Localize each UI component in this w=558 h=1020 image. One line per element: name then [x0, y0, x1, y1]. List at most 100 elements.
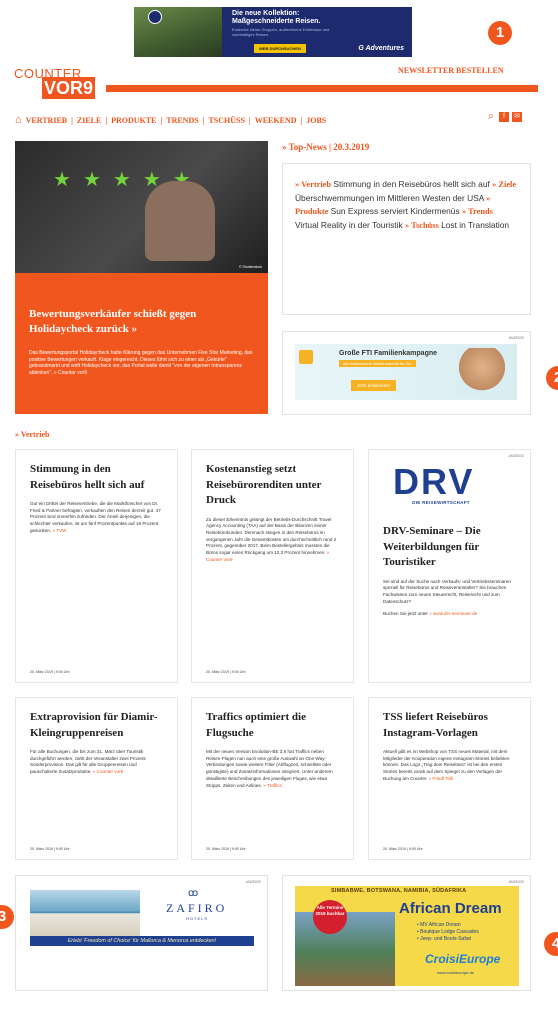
nav-ziele[interactable]: ZIELE: [77, 116, 101, 125]
topnews-text: Virtual Reality in der Touristik: [295, 219, 406, 230]
card-text: Für alle Buchungen, die bis zum 31. März…: [30, 749, 146, 775]
header-bar: [106, 85, 538, 92]
nav-trends[interactable]: TRENDS: [166, 116, 198, 125]
topnews-key-ziele[interactable]: » Ziele: [492, 180, 516, 189]
card-date: 20. März 2019 | 9:00 Uhr: [30, 670, 70, 674]
nav-sep: |: [248, 115, 251, 125]
nav-sep: |: [105, 115, 108, 125]
marker-4: 4: [544, 932, 558, 956]
drv-ad-card[interactable]: ANZEIGE DRV DIE REISEWIRTSCHAFT DRV-Semi…: [368, 449, 531, 683]
topnews-text: Sun Express serviert Kindermenüs: [328, 206, 462, 216]
zafiro-brand: ZAFIRO: [166, 901, 228, 915]
card-text: Gut ein Drittel der Reisevertriebe, die …: [30, 501, 161, 533]
article-card[interactable]: Stimmung in den Reisebüros hellt sich au…: [15, 449, 178, 683]
card-date: 20. März 2019 | 9:00 Uhr: [383, 847, 423, 851]
image-credit: © Shutterstock: [238, 265, 262, 269]
banner-brand: G Adventures: [358, 45, 404, 52]
nav-sep: |: [160, 115, 163, 125]
mail-icon[interactable]: ✉: [512, 112, 522, 122]
hero-article[interactable]: ★ ★ ★ ★ ★ © Shutterstock Bewertungsverkäufer…: [15, 141, 268, 414]
card-date: 20. März 2019 | 9:00 Uhr: [206, 670, 246, 674]
fti-ad-button[interactable]: Jetzt entdecken!: [351, 380, 396, 391]
card-text: Aktuell gibt es im Webshop von TSS neues…: [383, 749, 510, 781]
nav-jobs[interactable]: JOBS: [306, 116, 326, 125]
marker-3: 3: [0, 905, 14, 929]
g-adventures-logo-icon: [148, 10, 162, 24]
card-text: Buchen Sie jetzt unter » www.drv-seminar…: [383, 611, 478, 617]
section-heading-vertrieb[interactable]: » Vertrieb: [15, 430, 49, 439]
topnews-text: Stimmung in den Reisebüros hellt sich au…: [331, 179, 493, 189]
newsletter-link[interactable]: NEWSLETTER BESTELLEN: [398, 66, 504, 75]
family-photo: [457, 348, 507, 396]
search-icon[interactable]: ⌕: [486, 112, 496, 122]
zafiro-ad[interactable]: ANZEIGE ꝏ ZAFIRO HOTELS Erlebt 'Freedom …: [15, 875, 268, 991]
african-dream-banner[interactable]: SIMBABWE, BOTSWANA, NAMIBIA, SÜDAFRIKA A…: [295, 886, 519, 986]
nav-tschuess[interactable]: TSCHÜSS: [208, 116, 244, 125]
top-banner-ad[interactable]: Die neue Kollektion: Maßgeschneiderte Re…: [134, 7, 412, 57]
card-title[interactable]: Stimmung in den Reisebüros hellt sich au…: [30, 462, 163, 493]
ad-label: ANZEIGE: [245, 880, 261, 884]
drv-logo: DRV DIE REISEWIRTSCHAFT: [393, 461, 489, 506]
logo-vor9: VOR9: [42, 77, 96, 99]
card-date: 20. März 2019 | 9:00 Uhr: [30, 847, 70, 851]
nav-weekend[interactable]: WEEKEND: [255, 116, 297, 125]
card-text: Sie sind auf der Suche nach Verkaufs- un…: [383, 578, 511, 604]
fti-logo-icon: [299, 350, 313, 364]
topnews-text: Überschwemmungen im Mittleren Westen der…: [295, 192, 487, 203]
nav-sep: |: [202, 115, 205, 125]
drv-letters: DRV: [393, 461, 475, 502]
home-icon[interactable]: ⌂: [15, 114, 22, 126]
ad-label: ANZEIGE: [508, 880, 524, 884]
zafiro-logo-icon: ꝏ: [188, 888, 199, 899]
banner-subtitle: Entdecke kleine Gruppen, authentische Er…: [232, 27, 330, 37]
top-news-box: » Vertrieb Stimmung in den Reisebüros he…: [282, 163, 531, 315]
card-text: Mit der neuen Version Evolution-BE 3.6 h…: [206, 749, 333, 788]
topnews-text: Lost in Translation: [438, 219, 510, 230]
card-title[interactable]: DRV-Seminare – Die Weiterbildungen für T…: [383, 524, 516, 571]
banner-button[interactable]: WEB DURCHSUCHEN: [254, 44, 306, 53]
fti-ad[interactable]: ANZEIGE Große FTI Familienkampagne mit k…: [282, 331, 531, 415]
topnews-key-trends[interactable]: » Trends: [462, 207, 493, 216]
topnews-key-vertrieb[interactable]: » Vertrieb: [295, 180, 331, 189]
article-card[interactable]: Extraprovision für Diamir-Kleingruppenre…: [15, 697, 178, 860]
ad4-bullets: • MV African Dream • Boutique Lodge Casca…: [417, 922, 479, 942]
site-logo[interactable]: COUNTER VOR9: [14, 66, 104, 106]
fti-ad-title: Große FTI Familienkampagne: [339, 350, 438, 357]
hero-image: ★ ★ ★ ★ ★: [15, 141, 268, 273]
fti-ad-subtitle: mit kostenlosem Werbematerial für Sie: [339, 360, 416, 367]
card-title[interactable]: Traffics optimiert die Flugsuche: [206, 710, 339, 741]
nav-sep: |: [300, 115, 303, 125]
facebook-icon[interactable]: f: [499, 112, 509, 122]
top-news-heading: » Top-News | 20.3.2019: [282, 142, 370, 152]
ad-label: ANZEIGE: [508, 454, 524, 458]
card-title[interactable]: TSS liefert Reisebüros Instagram-Vorlage…: [383, 710, 516, 741]
card-date: 20. März 2019 | 9:00 Uhr: [206, 847, 246, 851]
article-card[interactable]: Kostenanstieg setzt Reisebürorenditen un…: [191, 449, 354, 683]
zafiro-sub: HOTELS: [186, 916, 209, 921]
hero-title[interactable]: Bewertungsverkäufer schießt gegen Holida…: [29, 307, 249, 337]
fti-ad-banner[interactable]: Große FTI Familienkampagne mit kostenlos…: [295, 344, 517, 400]
ad-label: ANZEIGE: [508, 336, 524, 340]
nav-produkte[interactable]: PRODUKTE: [111, 116, 156, 125]
african-dream-ad[interactable]: ANZEIGE SIMBABWE, BOTSWANA, NAMIBIA, SÜD…: [282, 875, 531, 991]
nav-sep: |: [71, 115, 73, 125]
zafiro-strip[interactable]: Erlebt 'Freedom of Choice' für Mallorca …: [30, 936, 254, 946]
banner-title: Die neue Kollektion: Maßgeschneiderte Re…: [232, 10, 321, 25]
banner-photo: [134, 7, 222, 57]
nav-vertrieb[interactable]: VERTRIEB: [26, 116, 68, 125]
card-title[interactable]: Extraprovision für Diamir-Kleingruppenre…: [30, 710, 163, 741]
croisieurope-logo: CroisiEurope: [425, 952, 501, 966]
ad4-badge: Alle Termine 2019 buchbar: [313, 900, 347, 934]
ad4-url[interactable]: www.croisieurope.de: [437, 970, 474, 975]
topnews-key-tschuess[interactable]: » Tschüss: [405, 221, 439, 230]
ad4-topline: SIMBABWE, BOTSWANA, NAMIBIA, SÜDAFRIKA: [331, 888, 467, 894]
article-card[interactable]: TSS liefert Reisebüros Instagram-Vorlage…: [368, 697, 531, 860]
ad4-title: African Dream: [399, 900, 502, 917]
article-card[interactable]: Traffics optimiert die Flugsuche Mit der…: [191, 697, 354, 860]
marker-2: 2: [546, 366, 558, 390]
hotel-photo: [30, 890, 140, 936]
main-nav: ⌂ VERTRIEB | ZIELE | PRODUKTE | TRENDS | TSC…: [15, 114, 326, 126]
nav-icons: ⌕ f ✉: [486, 112, 522, 122]
card-title[interactable]: Kostenanstieg setzt Reisebürorenditen un…: [206, 462, 339, 509]
card-text: Zu dieser Erkenntnis gelangt der Betrieb…: [206, 516, 337, 562]
